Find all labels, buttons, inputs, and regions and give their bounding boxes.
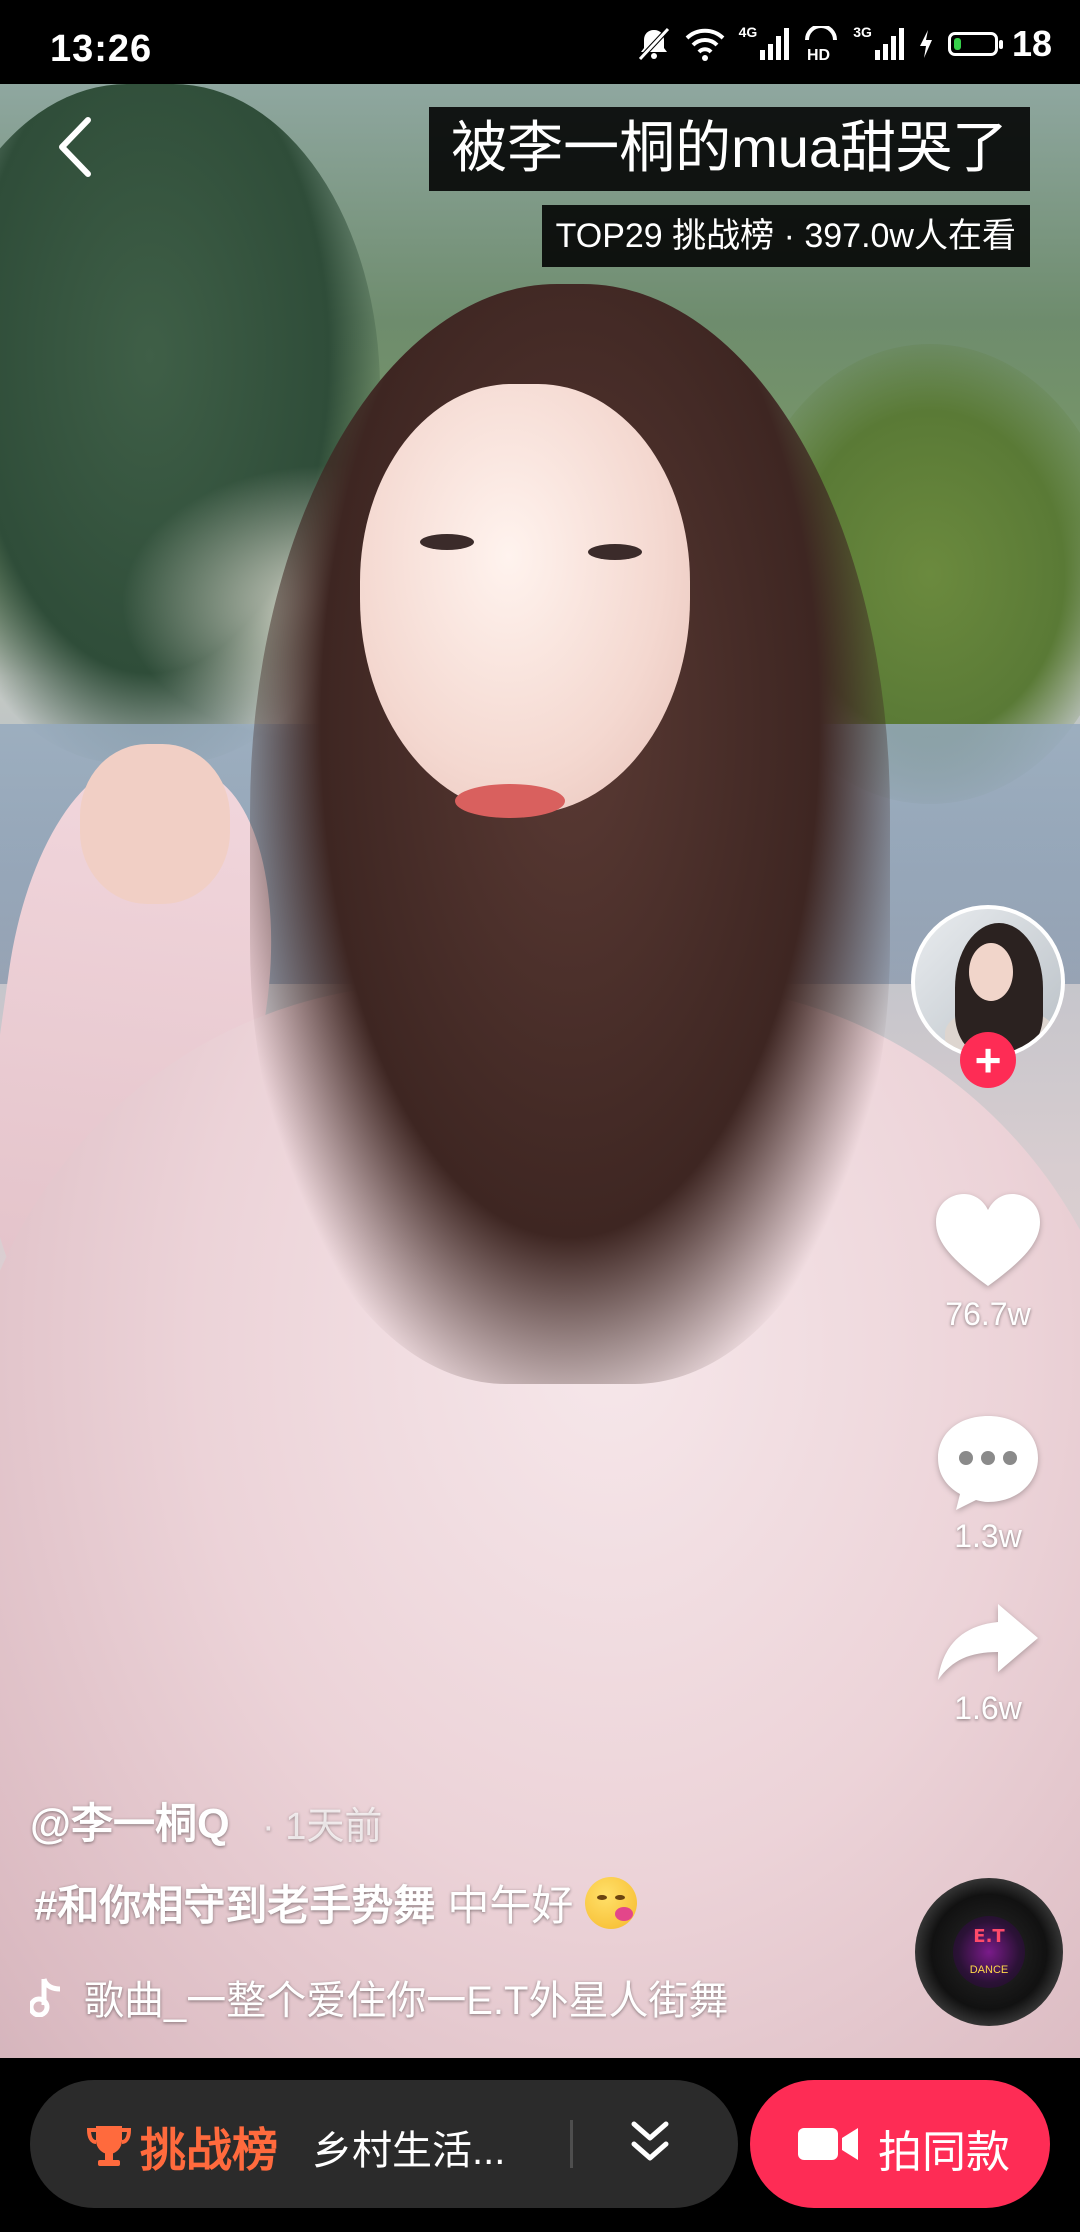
signal-icon (760, 28, 790, 60)
challenge-text: 乡村生活... (312, 2129, 506, 2173)
music-disc-icon[interactable]: E.T DANCE (915, 1878, 1063, 2026)
video-title: 被李一桐的mua甜哭了 (429, 107, 1030, 191)
video-person-eye-right (588, 544, 642, 560)
like-count: 76.7w (945, 1296, 1031, 1332)
caption-text: 中午好 (447, 1882, 574, 1929)
network-3g-label: 3G (853, 24, 872, 40)
emoji-icon (585, 1876, 638, 1929)
svg-text:HD: HD (807, 47, 830, 62)
back-button[interactable] (46, 112, 106, 182)
share-count: 1.6w (954, 1690, 1022, 1726)
challenge-rank-badge[interactable]: TOP29 挑战榜 · 397.0w人在看 (541, 205, 1030, 267)
author-name[interactable]: @李一桐Q (30, 1790, 230, 1851)
music-disc-cover: E.T DANCE (953, 1916, 1025, 1988)
video-person-lips (455, 784, 565, 818)
trophy-icon (86, 2126, 132, 2166)
battery-percent: 18 (1011, 23, 1052, 64)
share-icon (938, 1604, 1038, 1680)
charging-icon (919, 30, 932, 58)
music-info[interactable]: 歌曲_一整个爱住你一E.T外星人街舞 (30, 1968, 728, 2026)
back-icon (59, 117, 91, 177)
status-time: 13:26 (50, 28, 153, 70)
app-screen: 13:26 4G HD 3G 18 被李一桐的mua甜哭了 TOP29 挑战榜 … (0, 0, 1080, 2232)
video-person-face (360, 384, 690, 814)
signal-icon-2 (874, 28, 904, 60)
music-disc-subtext: DANCE (969, 1964, 1009, 1976)
avatar-face (969, 943, 1013, 1001)
like-button[interactable]: 76.7w (900, 1190, 1076, 1333)
comment-button[interactable]: 1.3w (900, 1412, 1076, 1555)
heart-icon (936, 1194, 1040, 1286)
plus-icon: + (974, 1034, 1002, 1086)
status-icons: 4G HD 3G 18 (637, 23, 1052, 64)
video-caption: #和你相守到老手势舞 中午好 (34, 1872, 638, 1933)
chevron-double-down-icon[interactable] (628, 2118, 672, 2168)
shoot-same-button[interactable]: 拍同款 (750, 2080, 1050, 2208)
comment-count: 1.3w (954, 1518, 1022, 1554)
share-button[interactable]: 1.6w (900, 1600, 1076, 1727)
wifi-icon (685, 28, 724, 61)
status-bar: 13:26 4G HD 3G 18 (0, 0, 1080, 84)
music-disc-text: E.T (973, 1926, 1005, 1947)
shoot-same-label: 拍同款 (878, 2128, 1010, 2177)
hd-icon: HD (805, 26, 838, 62)
battery-icon (947, 32, 1003, 56)
divider (570, 2120, 573, 2168)
video-person-eye-left (420, 534, 474, 550)
comment-icon (938, 1416, 1038, 1510)
music-title: 歌曲_一整个爱住你一E.T外星人街舞 (84, 1979, 729, 2023)
mute-icon (637, 27, 670, 61)
music-note-icon (30, 1978, 61, 2017)
post-time: · 1天前 (262, 1806, 383, 1848)
video-player[interactable] (0, 84, 1080, 2058)
follow-button[interactable]: + (960, 1032, 1016, 1088)
hashtag-link[interactable]: #和你相守到老手势舞 (34, 1872, 435, 1933)
video-camera-icon (798, 2128, 858, 2160)
challenge-rank-bar[interactable]: 挑战榜 乡村生活... (30, 2080, 738, 2208)
battery-level-fill (953, 38, 961, 50)
bottom-bar: 挑战榜 乡村生活... 拍同款 (0, 2058, 1080, 2232)
challenge-label: 挑战榜 (140, 2124, 278, 2176)
video-person-hand (80, 744, 230, 904)
network-4g-label: 4G (738, 24, 758, 40)
